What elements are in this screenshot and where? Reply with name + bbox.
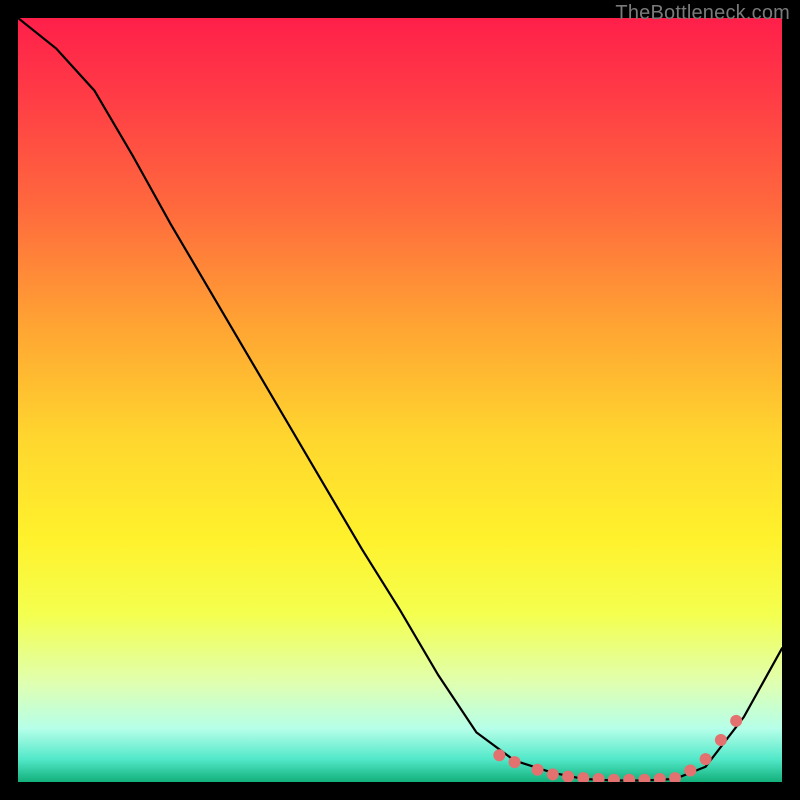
- curve-marker: [669, 772, 681, 782]
- curve-marker: [654, 773, 666, 782]
- curve-marker: [638, 774, 650, 782]
- watermark-text: TheBottleneck.com: [615, 2, 790, 25]
- curve-marker: [623, 774, 635, 782]
- curve-marker: [700, 753, 712, 765]
- chart-plot-area: [18, 18, 782, 782]
- bottleneck-curve: [18, 18, 782, 780]
- curve-marker: [593, 773, 605, 782]
- curve-marker: [562, 771, 574, 782]
- curve-marker: [577, 772, 589, 782]
- curve-markers: [493, 715, 742, 782]
- curve-marker: [730, 715, 742, 727]
- chart-frame: TheBottleneck.com: [0, 0, 800, 800]
- curve-marker: [509, 756, 521, 768]
- chart-svg: [18, 18, 782, 782]
- curve-marker: [493, 749, 505, 761]
- curve-marker: [684, 765, 696, 777]
- curve-marker: [608, 774, 620, 782]
- curve-marker: [715, 734, 727, 746]
- curve-marker: [532, 764, 544, 776]
- curve-marker: [547, 768, 559, 780]
